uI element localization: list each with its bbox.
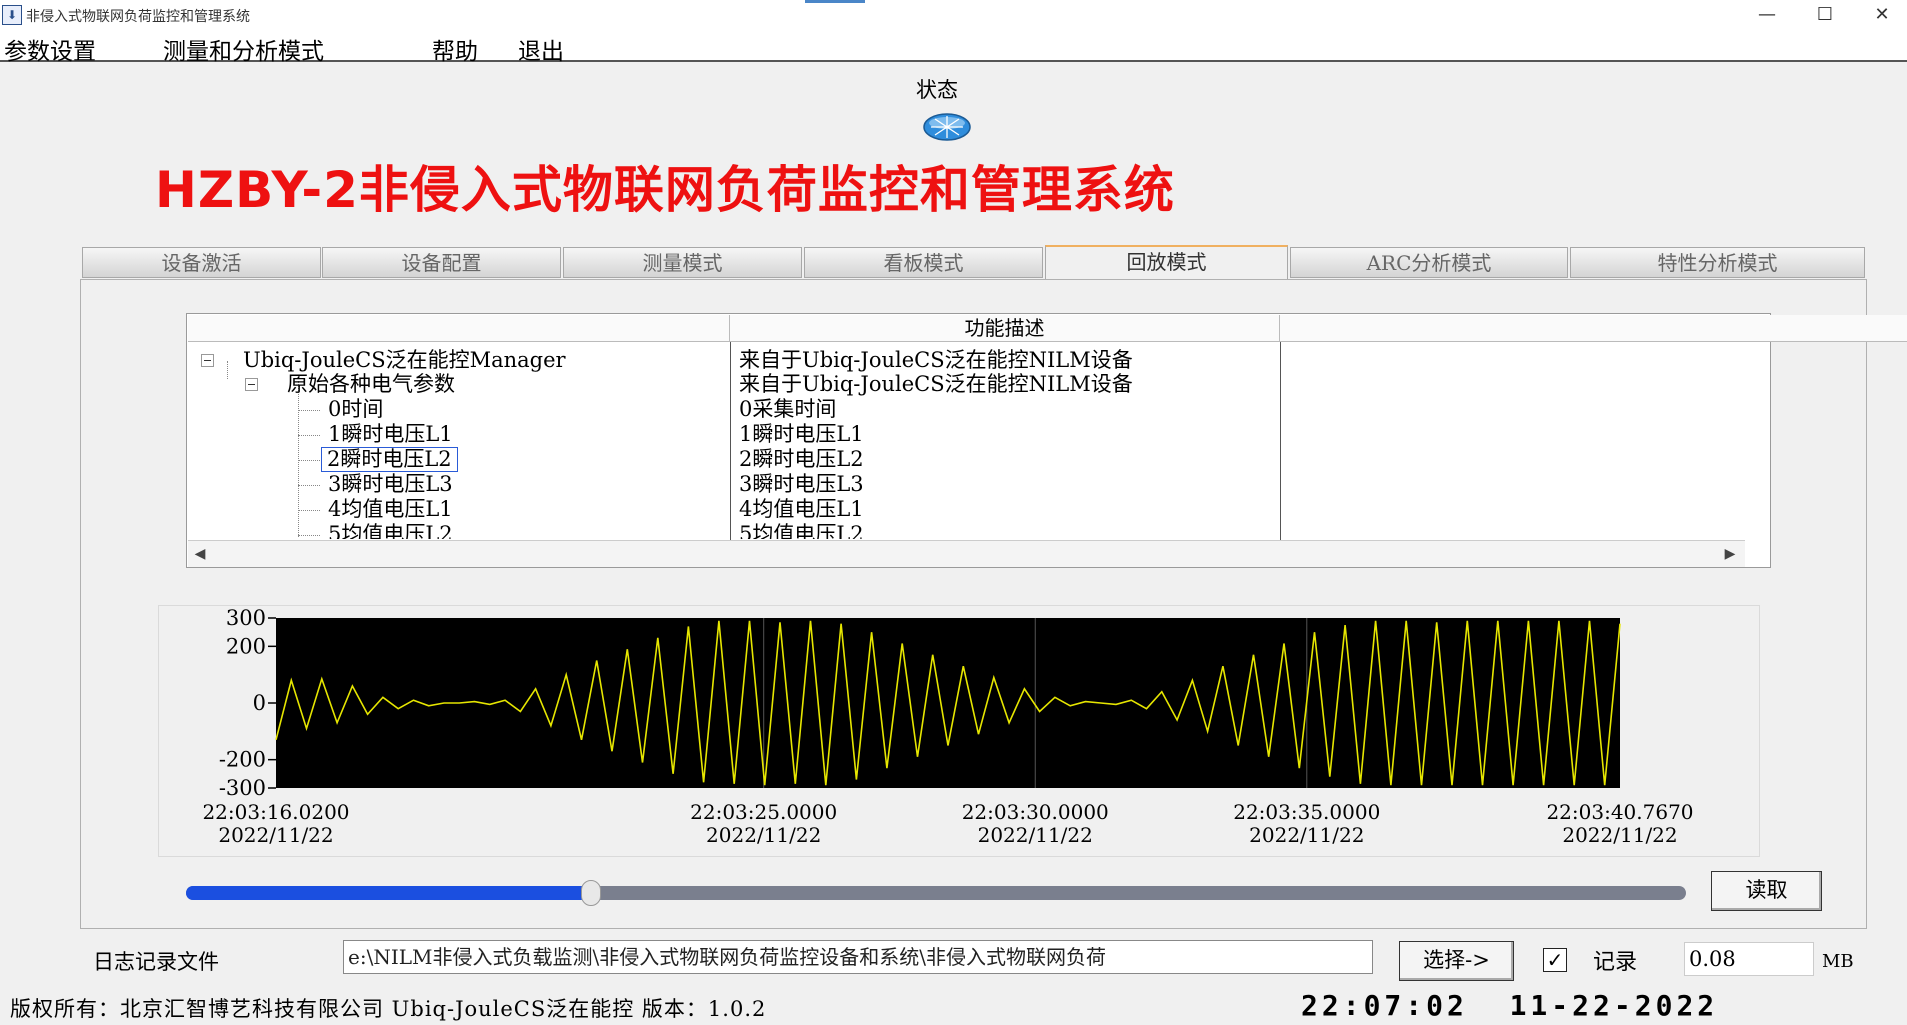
tree-item-selected[interactable]: 2瞬时电压L2 [321,447,458,472]
tree-item[interactable]: 4均值电压L1 [328,497,453,522]
tree-item-desc: 2瞬时电压L2 [739,447,864,471]
window-title: 非侵入式物联网负荷监控和管理系统 [26,9,250,25]
column-divider [730,342,731,542]
tree-root-desc: 来自于Ubiq-JouleCS泛在能控NILM设备 [739,348,1133,372]
tree-header-desc[interactable]: 功能描述 [730,315,1280,342]
tab-device-config[interactable]: 设备配置 [322,247,561,278]
tree-item[interactable]: 3瞬时电压L3 [328,472,453,497]
tree-group-desc: 来自于Ubiq-JouleCS泛在能控NILM设备 [739,372,1133,396]
plot-area [276,618,1620,788]
app-title: HZBY-2非侵入式物联网负荷监控和管理系统 [155,161,1175,219]
tab-characteristic-analysis[interactable]: 特性分析模式 [1570,247,1865,278]
tree-line [298,381,299,537]
tree-line [227,361,228,379]
x-tick-time: 22:03:30.0000 [962,800,1109,824]
clock-time: 22:07:02 [1301,989,1468,1022]
tree-line [298,460,320,461]
tree-group-label[interactable]: 原始各种电气参数 [287,372,455,397]
tree-line [298,485,320,486]
close-icon[interactable]: ✕ [1852,0,1907,30]
log-path-input[interactable]: e:\NILM非侵入式负载监测\非侵入式物联网负荷监控设备和系统\非侵入式物联网… [343,940,1373,974]
tree-header-extra[interactable] [1280,315,1907,342]
globe-status-icon [923,113,971,141]
copyright-text: 版权所有：北京汇智博艺科技有限公司 Ubiq-JouleCS泛在能控 版本：1.… [10,997,767,1021]
playback-slider-fill [186,886,591,900]
tree-item-desc: 4均值电压L1 [739,497,864,521]
size-unit: MB [1822,951,1854,972]
tab-measure-mode[interactable]: 测量模式 [563,247,802,278]
scroll-left-icon[interactable]: ◀ [188,542,212,566]
scroll-right-icon[interactable]: ▶ [1718,542,1742,566]
tree-line [298,410,320,411]
horizontal-scrollbar[interactable]: ◀ ▶ [188,540,1745,567]
y-tick-label: 0 [253,691,266,715]
size-input[interactable]: 0.08 [1684,942,1814,976]
tree-item-desc: 0采集时间 [739,397,837,421]
footer-clock: 22:07:02 11-22-2022 [1301,989,1718,1022]
clock-date: 11-22-2022 [1509,989,1719,1022]
menu-exit[interactable]: 退出 [518,32,564,66]
x-tick-time: 22:03:35.0000 [1233,800,1380,824]
tree-item[interactable]: 1瞬时电压L1 [328,422,453,447]
maximize-icon[interactable]: ☐ [1795,0,1855,30]
tree-line [298,535,320,536]
select-button[interactable]: 选择-> [1399,941,1514,981]
status-label: 状态 [916,78,958,102]
tree-item-desc: 1瞬时电压L1 [739,422,864,446]
tree-item-desc: 3瞬时电压L3 [739,472,864,496]
menu-settings[interactable]: 参数设置 [4,32,96,66]
collapse-icon[interactable] [245,378,258,391]
x-tick-date: 2022/11/22 [706,823,821,847]
menu-help[interactable]: 帮助 [432,32,478,66]
title-bar [0,0,1907,30]
tree-item-desc: 5均值电压L2 [739,522,864,539]
tree-line [298,435,320,436]
tab-playback-mode[interactable]: 回放模式 [1045,245,1288,280]
x-tick-time: 22:03:16.0200 [202,800,349,824]
x-tick-date: 2022/11/22 [1562,823,1677,847]
tree-root-label[interactable]: Ubiq-JouleCS泛在能控Manager [243,348,566,373]
x-tick-date: 2022/11/22 [978,823,1093,847]
tab-dashboard-mode[interactable]: 看板模式 [804,247,1043,278]
tree-line [298,510,320,511]
parameter-tree[interactable]: 功能描述 Ubiq-JouleCS泛在能控Manager 来自于Ubiq-Jou… [186,313,1907,568]
playback-slider-thumb[interactable] [581,880,601,906]
read-button[interactable]: 读取 [1711,871,1822,911]
y-tick-label: 200 [226,634,266,658]
minimize-icon[interactable]: — [1737,0,1797,30]
title-accent [805,0,865,3]
app-icon[interactable]: ⬇ [2,5,22,25]
collapse-icon[interactable] [201,354,214,367]
waveform-chart: 3002000-200-30022:03:16.02002022/11/2222… [202,606,1693,847]
column-divider [1280,342,1281,542]
tree-item[interactable]: 5均值电压L2 [328,522,453,539]
record-checkbox[interactable]: ✓ [1543,948,1567,972]
y-tick-label: -300 [219,776,266,800]
x-tick-time: 22:03:25.0000 [690,800,837,824]
y-tick-label: -200 [219,748,266,772]
menu-measure-analysis[interactable]: 测量和分析模式 [163,32,324,66]
x-tick-date: 2022/11/22 [1249,823,1364,847]
tree-header-name[interactable] [188,315,730,342]
x-tick-time: 22:03:40.7670 [1546,800,1693,824]
x-tick-date: 2022/11/22 [218,823,333,847]
tree-item[interactable]: 0时间 [328,397,383,422]
y-tick-label: 300 [226,606,266,630]
tab-device-activation[interactable]: 设备激活 [82,247,321,278]
record-label: 记录 [1593,950,1638,975]
log-file-label: 日志记录文件 [93,950,219,974]
tab-arc-analysis[interactable]: ARC分析模式 [1290,247,1568,278]
